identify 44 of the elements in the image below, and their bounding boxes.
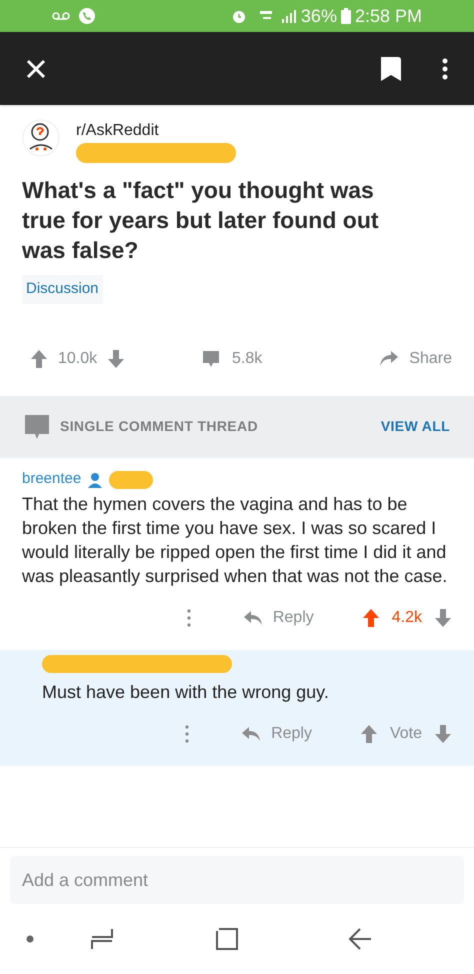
reply-button[interactable]: Reply: [241, 722, 312, 746]
comment-field[interactable]: Add a comment: [10, 856, 464, 904]
signal-icon: [280, 9, 297, 23]
view-all-link[interactable]: VIEW ALL: [380, 416, 450, 437]
voicemail-icon: [52, 11, 70, 21]
post-title: What's a "fact" you thought was true for years but later found out was false?: [22, 176, 380, 265]
recent-apps-icon[interactable]: [90, 927, 114, 951]
reply-arrow-icon: [241, 726, 262, 742]
phone-icon: [78, 7, 96, 25]
subreddit-name[interactable]: r/AskReddit: [76, 119, 236, 143]
comment-icon[interactable]: [202, 350, 220, 368]
subreddit-avatar-icon: [22, 119, 60, 157]
upvote-icon[interactable]: [360, 724, 378, 744]
comment-text: Must have been with the wrong guy.: [42, 680, 330, 704]
reply-arrow-icon: [242, 610, 263, 626]
battery-icon: [340, 8, 351, 24]
user-icon: [87, 472, 104, 488]
home-icon[interactable]: [216, 928, 238, 950]
close-icon[interactable]: [26, 58, 46, 78]
thread-label: SINGLE COMMENT THREAD: [60, 417, 258, 436]
comment-count: 5.8k: [232, 348, 262, 368]
upvote-icon[interactable]: [362, 608, 380, 628]
alarm-icon: [230, 8, 247, 24]
comment-author[interactable]: breentee: [22, 468, 82, 491]
vote-count: 10.0k: [58, 348, 98, 368]
redaction-mark: [109, 470, 154, 488]
share-arrow-icon: [379, 350, 400, 368]
share-button[interactable]: Share: [379, 346, 452, 370]
more-options-icon[interactable]: [442, 58, 448, 80]
clock: 2:58 PM: [354, 4, 422, 28]
back-icon[interactable]: [348, 928, 372, 950]
comment-score: Vote: [390, 724, 422, 744]
downvote-icon[interactable]: [434, 608, 452, 628]
flair-tag: Discussion: [22, 275, 103, 304]
reply-button[interactable]: Reply: [242, 606, 314, 630]
upvote-icon[interactable]: [30, 348, 48, 368]
bookmark-icon[interactable]: [380, 56, 402, 82]
comment-icon: [24, 414, 50, 440]
comment-text: That the hymen covers the vagina and has to be broken the first time you have sex. I was so scared I would literally be ripped open the first time I did it and was pleasantly surprised when that was not the case.: [22, 492, 448, 588]
battery-percent: 36%: [300, 4, 337, 28]
comment-score: 4.2k: [392, 608, 422, 628]
dot-icon[interactable]: [26, 935, 34, 943]
downvote-icon[interactable]: [434, 724, 452, 744]
downvote-icon[interactable]: [107, 348, 126, 368]
